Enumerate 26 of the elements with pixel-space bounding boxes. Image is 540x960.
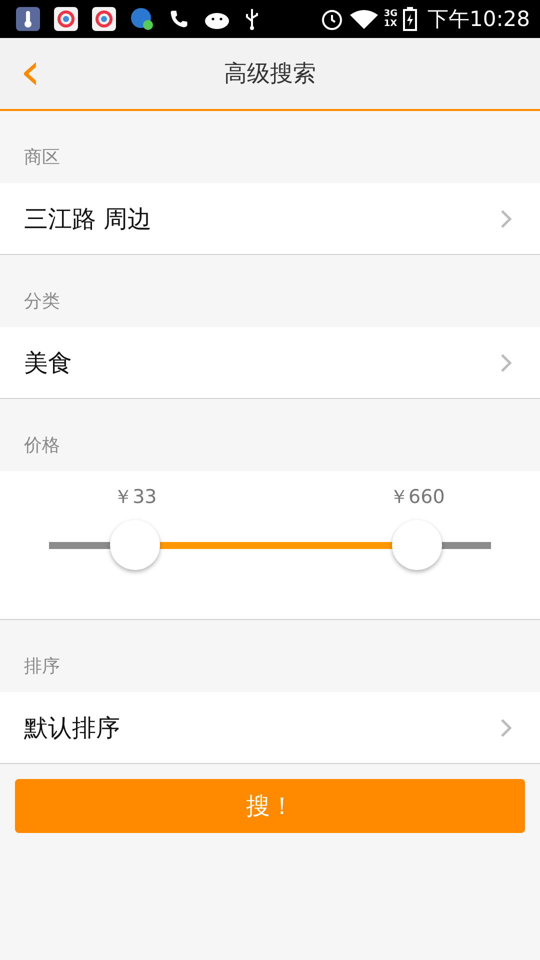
thermometer-icon: [16, 7, 40, 31]
app-icon: [54, 7, 78, 31]
section-label: 分类: [24, 290, 60, 313]
chevron-icon: [500, 208, 512, 228]
battery-icon: [403, 7, 418, 31]
section-label: 排序: [24, 655, 60, 678]
network-label: 3G: [384, 9, 398, 19]
chevron-icon: [500, 718, 512, 738]
slider-thumb[interactable]: [110, 520, 160, 570]
network-label: 1X: [384, 19, 398, 29]
usb-icon: [244, 7, 260, 31]
phone-icon: [168, 8, 190, 30]
section-label: 商区: [24, 146, 60, 169]
page-title: 高级搜索: [224, 60, 316, 89]
wifi-icon: [350, 8, 378, 30]
select-row[interactable]: 三江路 周边: [0, 183, 540, 255]
chevron-icon: [500, 352, 512, 372]
select-row[interactable]: 默认排序: [0, 692, 540, 764]
slider-thumb[interactable]: [392, 520, 442, 570]
section-label: 价格: [24, 434, 60, 457]
clock-time: 下午10:28: [427, 6, 530, 33]
price-reading: ￥660: [390, 485, 445, 510]
select-row[interactable]: 美食: [0, 327, 540, 399]
app-icon: [92, 7, 116, 31]
alarm-icon: [320, 7, 344, 31]
price-reading: ￥33: [114, 485, 157, 510]
